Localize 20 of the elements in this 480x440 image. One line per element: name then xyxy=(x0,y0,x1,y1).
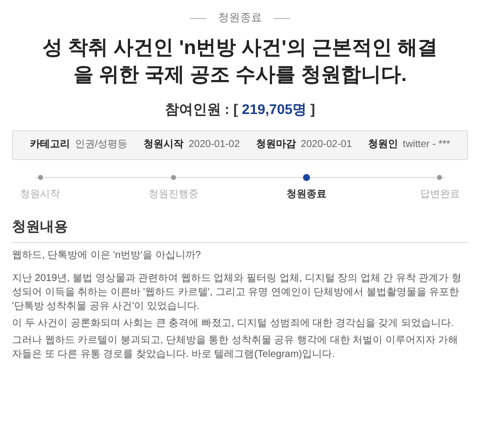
petition-title: 성 착취 사건인 'n번방 사건'의 근본적인 해결을 위한 국제 공조 수사를 청원합니다. xyxy=(41,36,439,88)
status-label: 청원종료 xyxy=(218,11,262,26)
info-value: 인권/성평등 xyxy=(74,138,128,152)
section-heading: 청원내용 xyxy=(12,216,468,242)
info-label: 카테고리 xyxy=(30,138,70,152)
paragraph: 지난 2019년, 불법 영상물과 관련하여 웹하드 업체와 필터링 업체, 디지털 장의 업체 간 유착 관계가 형성되어 이득을 취하는 이른바 '웹하드 카르텔', 그리고 유명 연예인이 단체방에서 불법촬영물을 유포한 '단톡방 성착취물 공유 사건'이 있었습니다. xyxy=(12,272,462,314)
info-value: 2020-02-01 xyxy=(300,138,352,152)
info-label: 청원인 xyxy=(368,138,398,152)
paragraph: 웹하드, 단톡방에 이은 'n번방'을 아십니까? xyxy=(12,248,202,262)
info-label: 청원마감 xyxy=(256,138,296,152)
step-label: 답변완료 xyxy=(420,188,460,202)
paragraph: 그러나 웹하드 카르텔이 붕괴되고, 단체방을 통한 성착취물 공유 행각에 대한 처벌이 이루어지자 가해자들은 또 다른 유통 경로를 찾았습니다. 바로 텔레그램(Telegram)입니다. xyxy=(12,334,460,362)
info-value: twitter - *** xyxy=(402,138,450,152)
info-value: 2020-01-02 xyxy=(188,138,240,152)
info-label: 청원시작 xyxy=(144,138,184,152)
paragraph: 이 두 사건이 공론화되며 사회는 큰 충격에 빠졌고, 디지털 성범죄에 대한 경각심을 갖게 되었습니다. xyxy=(12,316,455,330)
step-label: 청원종료 xyxy=(286,188,327,202)
step-label: 청원시작 xyxy=(20,188,60,202)
participant-count: 참여인원 : [ 219,705명 ] xyxy=(164,100,316,119)
step-label: 청원진행중 xyxy=(148,188,198,202)
